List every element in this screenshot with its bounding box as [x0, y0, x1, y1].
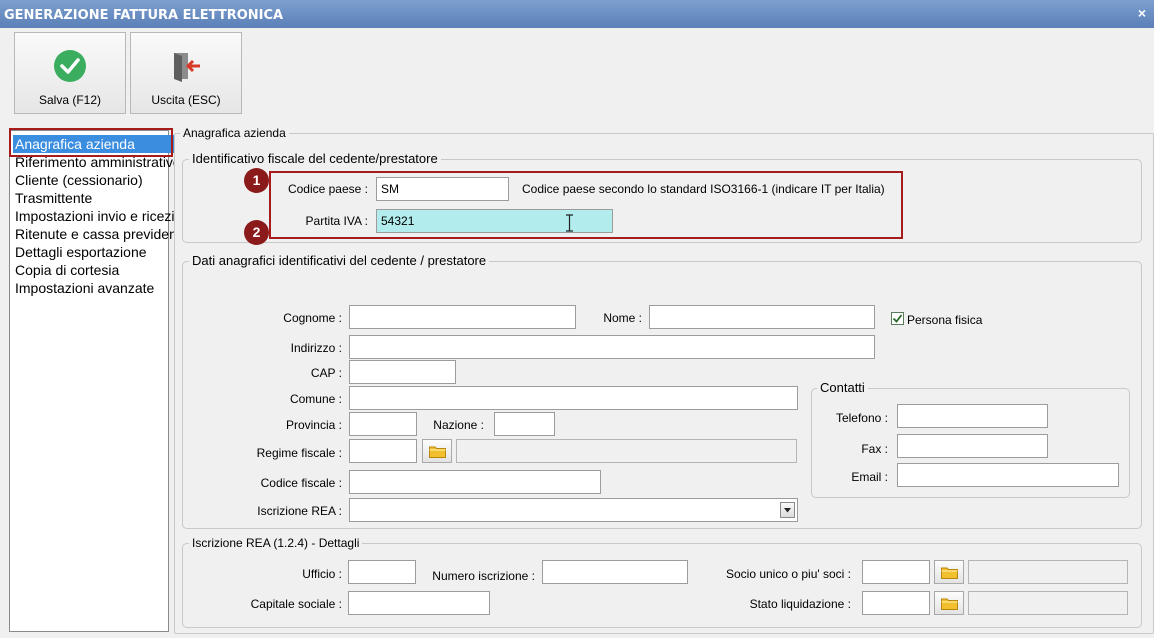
stato-liquidazione-input[interactable] [862, 591, 930, 615]
exit-door-icon [174, 53, 200, 82]
numero-iscrizione-input[interactable] [542, 560, 688, 584]
socio-unico-input[interactable] [862, 560, 930, 584]
telefono-label: Telefono : [835, 411, 888, 425]
provincia-label: Provincia : [285, 418, 342, 432]
sidebar-nav: Anagrafica azienda Riferimento amministr… [9, 130, 174, 632]
codice-fiscale-label: Codice fiscale : [260, 476, 342, 490]
sidebar-item-copia-cortesia[interactable]: Copia di cortesia [13, 261, 174, 279]
rea-details-group [182, 543, 1142, 628]
iscrizione-rea-select[interactable] [349, 498, 798, 522]
numero-iscrizione-label: Numero iscrizione : [432, 569, 535, 583]
codice-paese-hint: Codice paese secondo lo standard ISO3166… [522, 182, 885, 196]
email-input[interactable] [897, 463, 1119, 487]
folder-icon [429, 446, 446, 458]
title-bar: GENERAZIONE FATTURA ELETTRONICA [0, 0, 1154, 28]
ufficio-input[interactable] [348, 560, 416, 584]
regime-fiscale-label: Regime fiscale : [256, 446, 342, 460]
save-button[interactable]: Salva (F12) [14, 32, 126, 114]
check-circle-icon [54, 50, 86, 82]
step-marker-2: 2 [244, 220, 269, 245]
indirizzo-label: Indirizzo : [290, 341, 342, 355]
capitale-sociale-label: Capitale sociale : [250, 597, 342, 611]
chevron-down-icon[interactable] [780, 502, 795, 518]
exit-button[interactable]: Uscita (ESC) [130, 32, 242, 114]
fiscal-id-title: Identificativo fiscale del cedente/prest… [189, 151, 441, 166]
sidebar-item-dettagli-esportazione[interactable]: Dettagli esportazione [13, 243, 174, 261]
sidebar-item-ritenute[interactable]: Ritenute e cassa previdenziale [13, 225, 174, 243]
persona-fisica-label: Persona fisica [907, 313, 983, 327]
rea-details-title: Iscrizione REA (1.2.4) - Dettagli [189, 536, 363, 550]
sidebar-item-trasmittente[interactable]: Trasmittente [13, 189, 174, 207]
provincia-input[interactable] [349, 412, 417, 436]
cap-input[interactable] [349, 360, 456, 384]
sidebar-item-cliente[interactable]: Cliente (cessionario) [13, 171, 174, 189]
partita-iva-input[interactable]: 54321 [376, 209, 613, 233]
anagrafica-title: Dati anagrafici identificativi del ceden… [189, 253, 490, 268]
codice-paese-input[interactable]: SM [376, 177, 509, 201]
sidebar-item-impostazioni-invio[interactable]: Impostazioni invio e ricezione [13, 207, 174, 225]
telefono-input[interactable] [897, 404, 1048, 428]
partita-iva-label: Partita IVA : [305, 214, 368, 228]
regime-fiscale-input[interactable] [349, 439, 417, 463]
cognome-input[interactable] [349, 305, 576, 329]
nome-input[interactable] [649, 305, 875, 329]
socio-unico-description [968, 560, 1128, 584]
iscrizione-rea-label: Iscrizione REA : [257, 504, 342, 518]
fax-input[interactable] [897, 434, 1048, 458]
text-cursor-icon [566, 214, 573, 232]
step-marker-1: 1 [244, 168, 269, 193]
sidebar-item-impostazioni-avanzate[interactable]: Impostazioni avanzate [13, 279, 174, 297]
nazione-label: Nazione : [433, 418, 484, 432]
capitale-sociale-input[interactable] [348, 591, 490, 615]
regime-fiscale-description [456, 439, 797, 463]
email-label: Email : [851, 470, 888, 484]
stato-liquidazione-lookup-button[interactable] [934, 591, 964, 615]
fax-label: Fax : [861, 442, 888, 456]
comune-label: Comune : [289, 392, 342, 406]
close-icon[interactable]: × [1138, 0, 1146, 26]
cognome-label: Cognome : [283, 311, 342, 325]
main-section-title: Anagrafica azienda [180, 126, 289, 140]
comune-input[interactable] [349, 386, 798, 410]
indirizzo-input[interactable] [349, 335, 875, 359]
persona-fisica-checkbox[interactable] [891, 312, 904, 325]
exit-button-label: Uscita (ESC) [151, 93, 221, 107]
socio-unico-label: Socio unico o piu' soci : [725, 567, 851, 581]
window-title: GENERAZIONE FATTURA ELETTRONICA [4, 8, 284, 23]
stato-liquidazione-label: Stato liquidazione : [749, 597, 851, 611]
cap-label: CAP : [310, 366, 342, 380]
socio-unico-lookup-button[interactable] [934, 560, 964, 584]
nazione-input[interactable] [494, 412, 555, 436]
codice-paese-label: Codice paese : [287, 182, 368, 196]
sidebar-selection-highlight [9, 128, 173, 157]
ufficio-label: Ufficio : [302, 567, 342, 581]
regime-fiscale-lookup-button[interactable] [422, 439, 452, 463]
folder-icon [941, 598, 958, 610]
stato-liquidazione-description [968, 591, 1128, 615]
save-button-label: Salva (F12) [38, 93, 102, 107]
checkmark-icon [892, 314, 903, 323]
folder-icon [941, 567, 958, 579]
codice-fiscale-input[interactable] [349, 470, 601, 494]
nome-label: Nome : [603, 311, 642, 325]
contatti-title: Contatti [817, 380, 868, 395]
